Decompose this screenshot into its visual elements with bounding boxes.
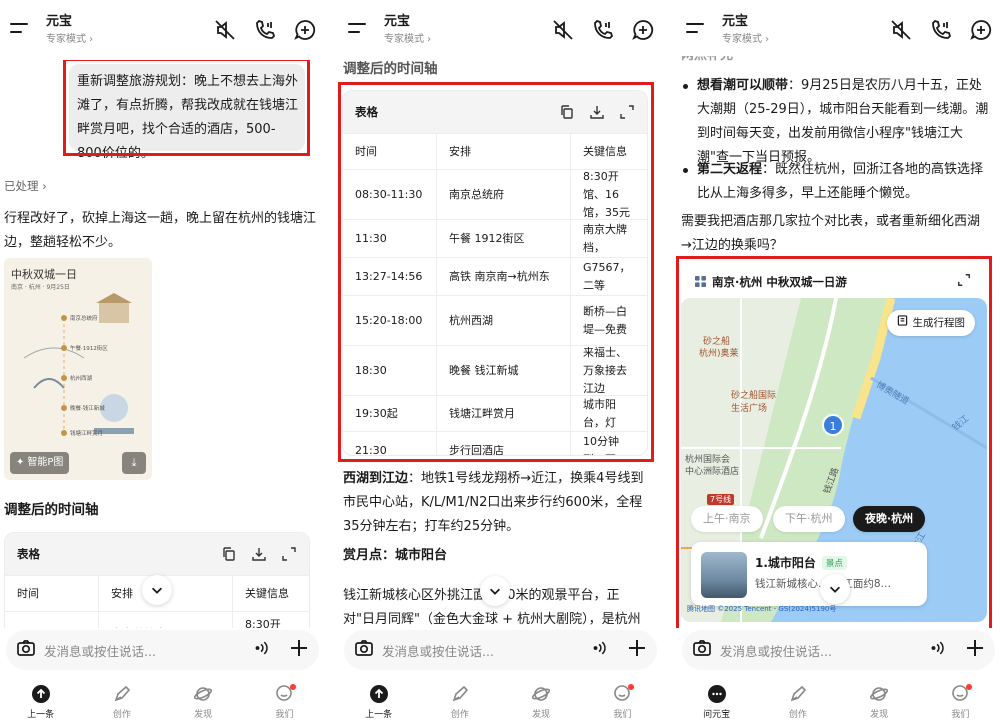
- plus-icon[interactable]: [627, 638, 647, 662]
- highlight-box: [338, 82, 654, 462]
- mute-speaker-icon[interactable]: [889, 18, 913, 42]
- bottom-tab-bar: 上一条 创作 发现 我们: [338, 680, 663, 722]
- tab-discover[interactable]: 发现: [173, 680, 233, 722]
- notification-dot: [966, 684, 973, 690]
- image-item: 晚餐·钱江新城: [70, 406, 105, 412]
- assistant-reply: 行程改好了，砍掉上海这一趟，晚上留在杭州的钱塘江边，整趟轻松不少。: [4, 211, 317, 250]
- camera-icon[interactable]: [16, 638, 36, 662]
- planet-icon: [193, 684, 213, 704]
- chat-header: 元宝 专家模式 ›: [338, 0, 663, 60]
- mute-speaker-icon[interactable]: [551, 18, 575, 42]
- chat-header: 元宝 专家模式 ›: [676, 0, 1000, 46]
- image-item: 南京总统府: [70, 316, 98, 322]
- notification-dot: [290, 684, 297, 690]
- tab-us[interactable]: 我们: [254, 680, 314, 722]
- tab-us[interactable]: 我们: [592, 680, 652, 722]
- message-input[interactable]: 发消息或按住说话...: [44, 641, 156, 660]
- download-icon[interactable]: ⤓: [122, 452, 146, 474]
- bullet-return: 第二天返程：既然住杭州，回浙江各地的高铁选择比从上海多得多，早上还能睡个懒觉。: [679, 158, 989, 206]
- camera-icon[interactable]: [692, 638, 712, 662]
- smart-edit-button[interactable]: ✦ 智能P图: [10, 452, 70, 474]
- bottom-tab-bar: 问元宝 创作 发现 我们: [676, 680, 1000, 722]
- tab-create[interactable]: 创作: [430, 680, 490, 722]
- chat-panel-2: 元宝 专家模式 › 调整后的时间轴 表格 时间 安排 关键信息 08:30-11…: [338, 0, 663, 722]
- tab-previous[interactable]: 上一条: [349, 680, 409, 722]
- column-header: 时间: [5, 576, 99, 611]
- scroll-down-button[interactable]: [142, 575, 172, 605]
- mode-selector[interactable]: 专家模式 ›: [722, 33, 769, 46]
- chat-panel-1: 元宝 专家模式 › 重新调整旅游规划：晚上不想去上海外滩了，有点折腾，帮我改成就…: [0, 0, 325, 722]
- transit-paragraph: 西湖到江边：地铁1号线龙翔桥→近江，换乘4号线到市民中心站，K/L/M1/N2口…: [343, 471, 644, 534]
- bottom-tab-bar: 上一条 创作 发现 我们: [0, 680, 325, 722]
- menu-icon[interactable]: [686, 22, 706, 36]
- table-row: 08:30-11:30 南京总统府 8:30开馆、16: [5, 611, 309, 628]
- planet-icon: [869, 684, 889, 704]
- follow-up-question: 需要我把酒店那几家拉个对比表，或者重新细化西湖→江边的换乘吗？: [681, 214, 981, 253]
- camera-icon[interactable]: [354, 638, 374, 662]
- copy-icon[interactable]: [221, 546, 237, 562]
- plus-icon[interactable]: [289, 638, 309, 662]
- arrow-up-icon: [31, 684, 51, 704]
- processed-status[interactable]: 已处理 ›: [4, 178, 47, 194]
- chat-bubble-icon: [707, 684, 727, 704]
- download-icon[interactable]: [251, 546, 267, 562]
- composer[interactable]: 发消息或按住说话...: [6, 630, 319, 670]
- composer[interactable]: 发消息或按住说话...: [682, 630, 995, 670]
- app-title: 元宝: [722, 14, 749, 29]
- mode-selector[interactable]: 专家模式 ›: [46, 33, 93, 46]
- app-title: 元宝: [46, 14, 73, 29]
- new-chat-icon[interactable]: [969, 18, 993, 42]
- tab-ask-yuanbao[interactable]: 问元宝: [687, 680, 747, 722]
- image-item: 午餐·1912街区: [70, 346, 108, 352]
- composer[interactable]: 发消息或按住说话...: [344, 630, 657, 670]
- highlight-box: [676, 256, 992, 628]
- section-heading: 调整后的时间轴: [343, 61, 438, 77]
- phone-call-icon[interactable]: [591, 18, 615, 42]
- new-chat-icon[interactable]: [293, 18, 317, 42]
- image-item: 钱塘江畔赏月: [70, 431, 104, 437]
- planet-icon: [531, 684, 551, 704]
- table-title: 表格: [17, 547, 40, 561]
- itinerary-image[interactable]: 中秋双城一日 南京 · 杭州 · 9月25日 南京总统府 午餐·1912街区 杭…: [4, 258, 152, 480]
- tab-discover[interactable]: 发现: [511, 680, 571, 722]
- chat-panel-3: 元宝 专家模式 › 两点补充 想看潮可以顺带：9月25日是农历八月十五，正处大潮…: [676, 0, 1000, 722]
- mute-speaker-icon[interactable]: [213, 18, 237, 42]
- scroll-down-button[interactable]: [820, 574, 850, 604]
- image-item: 杭州西湖: [70, 376, 93, 382]
- section-heading: 两点补充: [681, 56, 733, 68]
- menu-icon[interactable]: [348, 22, 368, 36]
- arrow-up-icon: [369, 684, 389, 704]
- phone-call-icon[interactable]: [253, 18, 277, 42]
- chat-header: 元宝 专家模式 ›: [0, 0, 325, 60]
- bullet-tide: 想看潮可以顺带：9月25日是农历八月十五，正处大潮期（25-29日），城市阳台天…: [679, 74, 989, 170]
- tab-create[interactable]: 创作: [92, 680, 152, 722]
- column-header: 关键信息: [245, 586, 289, 600]
- new-chat-icon[interactable]: [631, 18, 655, 42]
- pen-icon: [788, 684, 808, 704]
- scroll-down-button[interactable]: [480, 576, 510, 606]
- pen-icon: [450, 684, 470, 704]
- sparkle-icon: ✦: [16, 457, 25, 468]
- message-input[interactable]: 发消息或按住说话...: [720, 641, 832, 660]
- tab-previous[interactable]: 上一条: [11, 680, 71, 722]
- expand-icon[interactable]: [281, 546, 297, 562]
- tab-create[interactable]: 创作: [768, 680, 828, 722]
- app-title: 元宝: [384, 14, 411, 29]
- voice-icon[interactable]: [929, 639, 947, 661]
- voice-icon[interactable]: [591, 639, 609, 661]
- phone-call-icon[interactable]: [929, 18, 953, 42]
- plus-icon[interactable]: [965, 638, 985, 662]
- image-illustration: [23, 293, 134, 438]
- tab-us[interactable]: 我们: [930, 680, 990, 722]
- voice-icon[interactable]: [253, 639, 271, 661]
- spot-heading: 赏月点：城市阳台: [343, 548, 448, 563]
- highlight-box: [63, 58, 310, 156]
- notification-dot: [628, 684, 635, 690]
- mode-selector[interactable]: 专家模式 ›: [384, 33, 431, 46]
- pen-icon: [112, 684, 132, 704]
- message-input[interactable]: 发消息或按住说话...: [382, 641, 494, 660]
- tab-discover[interactable]: 发现: [849, 680, 909, 722]
- section-heading: 调整后的时间轴: [4, 502, 99, 518]
- menu-icon[interactable]: [10, 22, 30, 36]
